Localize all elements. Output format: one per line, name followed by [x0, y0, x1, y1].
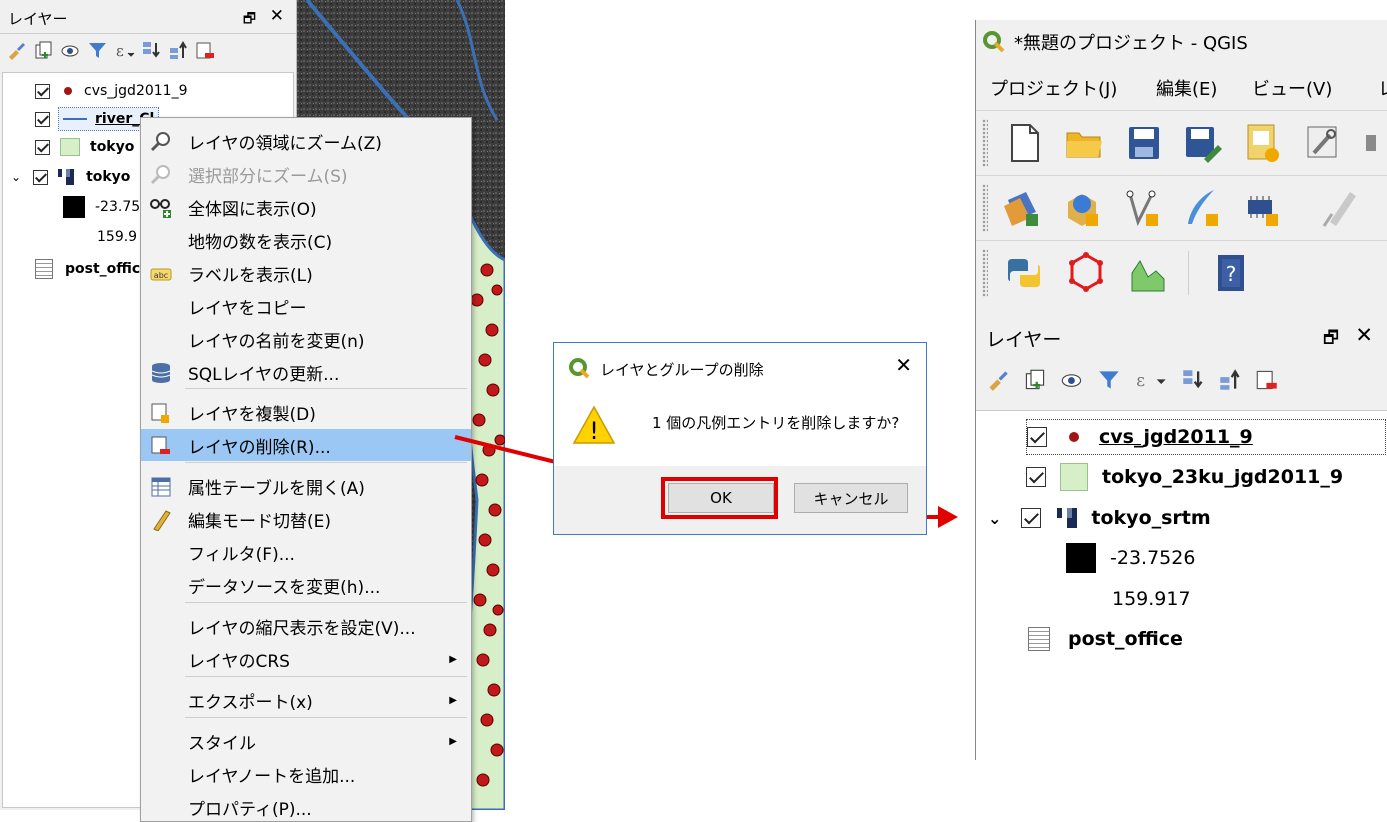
- layer-row-post-office[interactable]: post_office: [1028, 621, 1183, 657]
- toolbar-separator: [1188, 251, 1189, 295]
- digitize-feather-icon[interactable]: [1182, 186, 1222, 230]
- layer-checkbox[interactable]: [1021, 508, 1042, 528]
- legend-min-value: -23.7526: [1110, 547, 1196, 569]
- qgis-logo-icon: [569, 358, 590, 379]
- toolbar-grip: [982, 184, 988, 232]
- layer-checkbox[interactable]: [1027, 427, 1047, 447]
- window-title: *無題のプロジェクト - QGIS: [1014, 33, 1248, 54]
- visibility-eye-icon[interactable]: [1060, 368, 1084, 392]
- filter-icon[interactable]: [1097, 368, 1121, 392]
- help-icon[interactable]: ?: [1212, 251, 1252, 295]
- help-glyph: ?: [1226, 262, 1237, 286]
- layer-row-cvs[interactable]: cvs_jgd2011_9: [1026, 419, 1386, 455]
- toolbar-grip: [982, 119, 988, 167]
- expression-filter-icon[interactable]: ε: [1134, 368, 1168, 392]
- menu-bar: プロジェクト(J) 編集(E) ビュー(V) レ: [976, 70, 1387, 108]
- new-virtual-layer-icon[interactable]: [1242, 186, 1282, 230]
- raster-symbol-icon: [1057, 508, 1078, 528]
- new-print-layout-icon[interactable]: [1242, 121, 1282, 165]
- arrowhead-result: [938, 506, 958, 528]
- add-vector-layer-icon[interactable]: [1062, 186, 1102, 230]
- data-source-manager-icon[interactable]: [1002, 186, 1042, 230]
- qgis-window-after: *無題のプロジェクト - QGIS プロジェクト(J) 編集(E) ビュー(V)…: [975, 20, 1387, 760]
- menu-layer-truncated[interactable]: レ: [1378, 75, 1387, 101]
- float-panel-icon[interactable]: 🗗: [1323, 325, 1339, 354]
- warning-icon: !: [572, 405, 616, 445]
- warning-glyph: !: [589, 417, 599, 445]
- right-layer-toolbar: ε: [986, 368, 1279, 392]
- new-shapefile-icon[interactable]: [1122, 186, 1162, 230]
- layer-name: tokyo_srtm: [1091, 507, 1211, 529]
- save-project-icon[interactable]: [1124, 121, 1164, 165]
- add-group-icon[interactable]: [1023, 368, 1047, 392]
- layer-name: cvs_jgd2011_9: [1099, 426, 1253, 448]
- cancel-button[interactable]: キャンセル: [794, 483, 908, 513]
- layer-name: tokyo_23ku_jgd2011_9: [1102, 466, 1344, 488]
- processing-toolbox-icon[interactable]: [1066, 251, 1106, 295]
- dialog-message: 1 個の凡例エントリを削除しますか?: [652, 414, 900, 432]
- toolbar-overflow-icon[interactable]: [1362, 121, 1387, 165]
- layer-checkbox[interactable]: [1026, 467, 1046, 487]
- dialog-close-icon[interactable]: ✕: [895, 353, 912, 377]
- expand-all-icon[interactable]: [1181, 368, 1205, 392]
- close-panel-icon[interactable]: ✕: [1355, 323, 1373, 347]
- right-layer-tree: cvs_jgd2011_9 tokyo_23ku_jgd2011_9 ⌄ tok…: [976, 410, 1387, 760]
- svg-text:ε: ε: [1136, 371, 1145, 391]
- expand-chevron-icon[interactable]: ⌄: [988, 509, 1001, 528]
- edit-pencil-disabled-icon[interactable]: [1322, 186, 1362, 230]
- raster-legend-max: 159.917: [1112, 581, 1191, 617]
- toolbar-grip: [982, 249, 988, 297]
- menu-view[interactable]: ビュー(V): [1252, 75, 1332, 101]
- point-symbol-icon: [1069, 432, 1079, 442]
- new-project-icon[interactable]: [1004, 121, 1044, 165]
- file-toolbar: [976, 110, 1387, 174]
- dialog-title: レイヤとグループの削除: [600, 361, 764, 379]
- profile-chart-icon[interactable]: [1128, 251, 1168, 295]
- python-console-icon[interactable]: [1004, 251, 1044, 295]
- layer-row-tokyo-srtm[interactable]: ⌄ tokyo_srtm: [988, 500, 1211, 536]
- plugins-toolbar: ?: [976, 240, 1387, 304]
- right-layers-panel-titlebar: レイヤー 🗗 ✕: [976, 317, 1387, 357]
- open-project-icon[interactable]: [1064, 121, 1104, 165]
- layer-name: post_office: [1068, 628, 1183, 650]
- legend-color-swatch: [1066, 543, 1096, 573]
- table-layer-icon: [1028, 627, 1050, 651]
- menu-edit[interactable]: 編集(E): [1156, 75, 1217, 101]
- style-brush-icon[interactable]: [986, 368, 1010, 392]
- ok-button-highlight: [661, 477, 778, 519]
- layout-manager-icon[interactable]: [1302, 121, 1342, 165]
- data-source-toolbar: [976, 175, 1387, 239]
- raster-legend-min: -23.7526: [1066, 540, 1195, 576]
- polygon-symbol-icon: [1060, 463, 1088, 491]
- qgis-logo-icon: [983, 31, 1005, 53]
- layer-row-tokyo-23ku[interactable]: tokyo_23ku_jgd2011_9: [1026, 459, 1343, 495]
- remove-layer-icon[interactable]: [1255, 368, 1279, 392]
- right-panel-title: レイヤー: [986, 329, 1062, 351]
- menu-project[interactable]: プロジェクト(J): [990, 75, 1117, 101]
- save-as-icon[interactable]: [1182, 121, 1222, 165]
- collapse-all-icon[interactable]: [1218, 368, 1242, 392]
- legend-max-value: 159.917: [1112, 588, 1191, 610]
